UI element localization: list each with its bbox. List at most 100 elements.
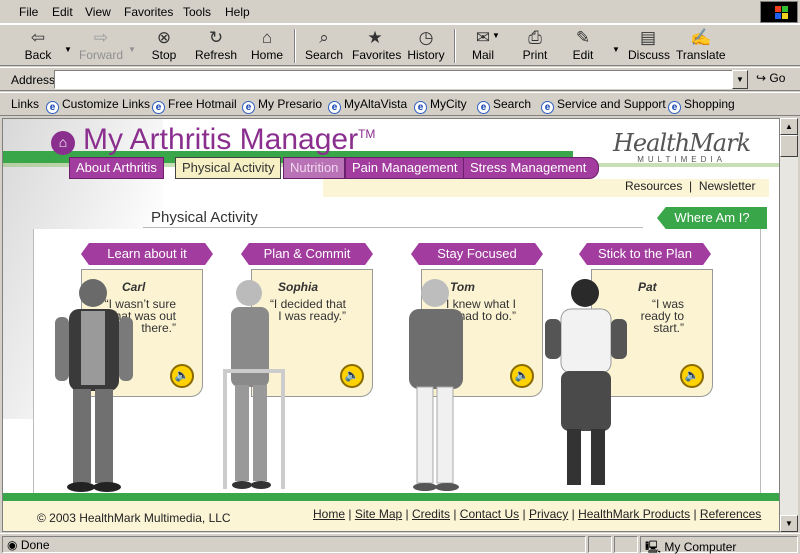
stop-button[interactable]: ⊗ Stop	[146, 27, 182, 65]
vertical-scrollbar[interactable]: ▲ ▼	[780, 118, 798, 532]
discuss-button[interactable]: ▤ Discuss	[628, 27, 670, 65]
section-heading: Physical Activity	[151, 209, 258, 226]
menu-file[interactable]: File	[19, 5, 38, 19]
computer-icon: 🖳	[645, 540, 662, 554]
menu-view[interactable]: View	[85, 5, 111, 19]
link-service-and-support[interactable]: e Service and Support	[541, 97, 666, 114]
history-button[interactable]: ◷ History	[406, 27, 446, 65]
link-myaltavista[interactable]: e MyAltaVista	[328, 97, 407, 114]
speaker-icon[interactable]: 🔈	[170, 364, 194, 388]
footer-link-credits[interactable]: Credits	[412, 507, 450, 521]
refresh-button[interactable]: ↻ Refresh	[194, 27, 238, 65]
ie-page-icon: e	[46, 101, 59, 114]
step-stay-focused[interactable]: Stay Focused	[411, 243, 543, 265]
footer-link-contact-us[interactable]: Contact Us	[460, 507, 519, 521]
translate-button[interactable]: ✍ Translate	[676, 27, 726, 65]
edit-dropdown-icon[interactable]: ▼	[612, 45, 620, 54]
footer-links: Home | Site Map | Credits | Contact Us |…	[313, 507, 762, 521]
speaker-icon[interactable]: 🔈	[510, 364, 534, 388]
home-icon[interactable]: ⌂	[51, 131, 75, 155]
home-button[interactable]: ⌂ Home	[248, 27, 286, 65]
favorites-button[interactable]: ★ Favorites	[352, 27, 401, 65]
address-label: Address	[11, 73, 56, 87]
person-quote: “I was ready to start.”	[640, 297, 684, 335]
footer-link-home[interactable]: Home	[313, 507, 345, 521]
newsletter-link[interactable]: Newsletter	[699, 179, 756, 193]
forward-arrow-icon: ⇨	[93, 28, 109, 47]
nav-nutrition[interactable]: Nutrition	[283, 157, 346, 179]
print-button[interactable]: ⎙ Print	[518, 27, 552, 65]
ie-page-icon: e	[414, 101, 427, 114]
menu-bar: File Edit View Favorites Tools Help	[0, 0, 800, 24]
resources-links: Resources | Newsletter	[625, 179, 756, 193]
favorites-icon: ★	[367, 28, 383, 47]
nav-stress-management[interactable]: Stress Management	[463, 157, 600, 179]
nav-about-arthritis[interactable]: About Arthritis	[69, 157, 164, 179]
link-shopping[interactable]: e Shopping	[668, 97, 735, 114]
mail-dropdown-icon[interactable]: ▼	[492, 31, 500, 40]
printer-icon: ⎙	[528, 28, 542, 47]
copyright-text: © 2003 HealthMark Multimedia, LLC	[37, 511, 231, 525]
mail-icon: ✉	[475, 28, 491, 47]
carl-photo	[55, 279, 133, 492]
status-text: ◉ Done	[2, 536, 586, 553]
menu-help[interactable]: Help	[225, 5, 250, 19]
footer-link-healthmark-products[interactable]: HealthMark Products	[578, 507, 690, 521]
menu-tools[interactable]: Tools	[183, 5, 211, 19]
step-stick-to-plan[interactable]: Stick to the Plan	[579, 243, 711, 265]
edit-button[interactable]: ✎ Edit	[566, 27, 600, 65]
link-search[interactable]: e Search	[477, 97, 531, 114]
status-bar: ◉ Done 🖳 My Computer	[0, 533, 800, 554]
address-bar: Address ▼ ↪ Go	[0, 67, 800, 91]
resources-link[interactable]: Resources	[625, 179, 682, 193]
nav-pain-management[interactable]: Pain Management	[345, 157, 465, 179]
link-customize-links[interactable]: e Customize Links	[46, 97, 150, 114]
forward-button[interactable]: ⇨ Forward	[78, 27, 124, 65]
back-dropdown-icon[interactable]: ▼	[64, 45, 72, 54]
search-icon: ⌕	[319, 28, 329, 47]
history-icon: ◷	[418, 28, 434, 47]
discuss-icon: ▤	[639, 28, 657, 47]
footer-link-references[interactable]: References	[700, 507, 761, 521]
step-learn-about-it[interactable]: Learn about it	[81, 243, 213, 265]
forward-dropdown-icon[interactable]: ▼	[128, 45, 136, 54]
back-button[interactable]: ⇦ Back	[18, 27, 58, 65]
pat-photo	[545, 279, 627, 485]
scroll-up-icon[interactable]: ▲	[780, 118, 798, 135]
nav-physical-activity[interactable]: Physical Activity	[175, 157, 282, 179]
go-arrow-icon: ↪	[756, 71, 767, 85]
address-input[interactable]	[54, 70, 734, 89]
scroll-down-icon[interactable]: ▼	[780, 515, 798, 532]
link-mycity[interactable]: e MyCity	[414, 97, 467, 114]
web-page: ⌂ My Arthritis ManagerTM HealthMark MULT…	[3, 119, 779, 531]
links-bar: Links e Customize Links e Free Hotmail e My…	[0, 92, 800, 116]
home-icon: ⌂	[261, 28, 273, 47]
ie-page-icon: e	[152, 101, 165, 114]
scrollbar-thumb[interactable]	[780, 135, 798, 157]
menu-edit[interactable]: Edit	[52, 5, 73, 19]
ie-page-icon: e	[668, 101, 681, 114]
translate-icon: ✍	[690, 28, 712, 47]
go-button[interactable]: ↪ Go	[756, 71, 785, 85]
step-plan-commit[interactable]: Plan & Commit	[241, 243, 373, 265]
link-my-presario[interactable]: e My Presario	[242, 97, 322, 114]
windows-logo-icon	[760, 1, 798, 23]
link-free-hotmail[interactable]: e Free Hotmail	[152, 97, 237, 114]
edit-icon: ✎	[575, 28, 591, 47]
links-label: Links	[11, 97, 40, 111]
ie-page-icon: e	[242, 101, 255, 114]
ie-page-icon: e	[328, 101, 341, 114]
speaker-icon[interactable]: 🔈	[340, 364, 364, 388]
address-dropdown-icon[interactable]: ▼	[732, 70, 748, 89]
standard-toolbar: ⇦ Back ▼ ⇨ Forward ▼ ⊗ Stop ↻ Refresh ⌂ Home …	[0, 24, 800, 66]
stop-icon: ⊗	[156, 28, 172, 47]
ie-page-icon: e	[477, 101, 490, 114]
speaker-icon[interactable]: 🔈	[680, 364, 704, 388]
search-button[interactable]: ⌕ Search	[304, 27, 344, 65]
footer-link-site-map[interactable]: Site Map	[355, 507, 402, 521]
footer-link-privacy[interactable]: Privacy	[529, 507, 568, 521]
where-am-i-button[interactable]: Where Am I?	[657, 207, 767, 229]
footer-green-stripe	[3, 493, 779, 501]
menu-favorites[interactable]: Favorites	[124, 5, 173, 19]
healthmark-logo: HealthMark MULTIMEDIA	[613, 129, 751, 164]
